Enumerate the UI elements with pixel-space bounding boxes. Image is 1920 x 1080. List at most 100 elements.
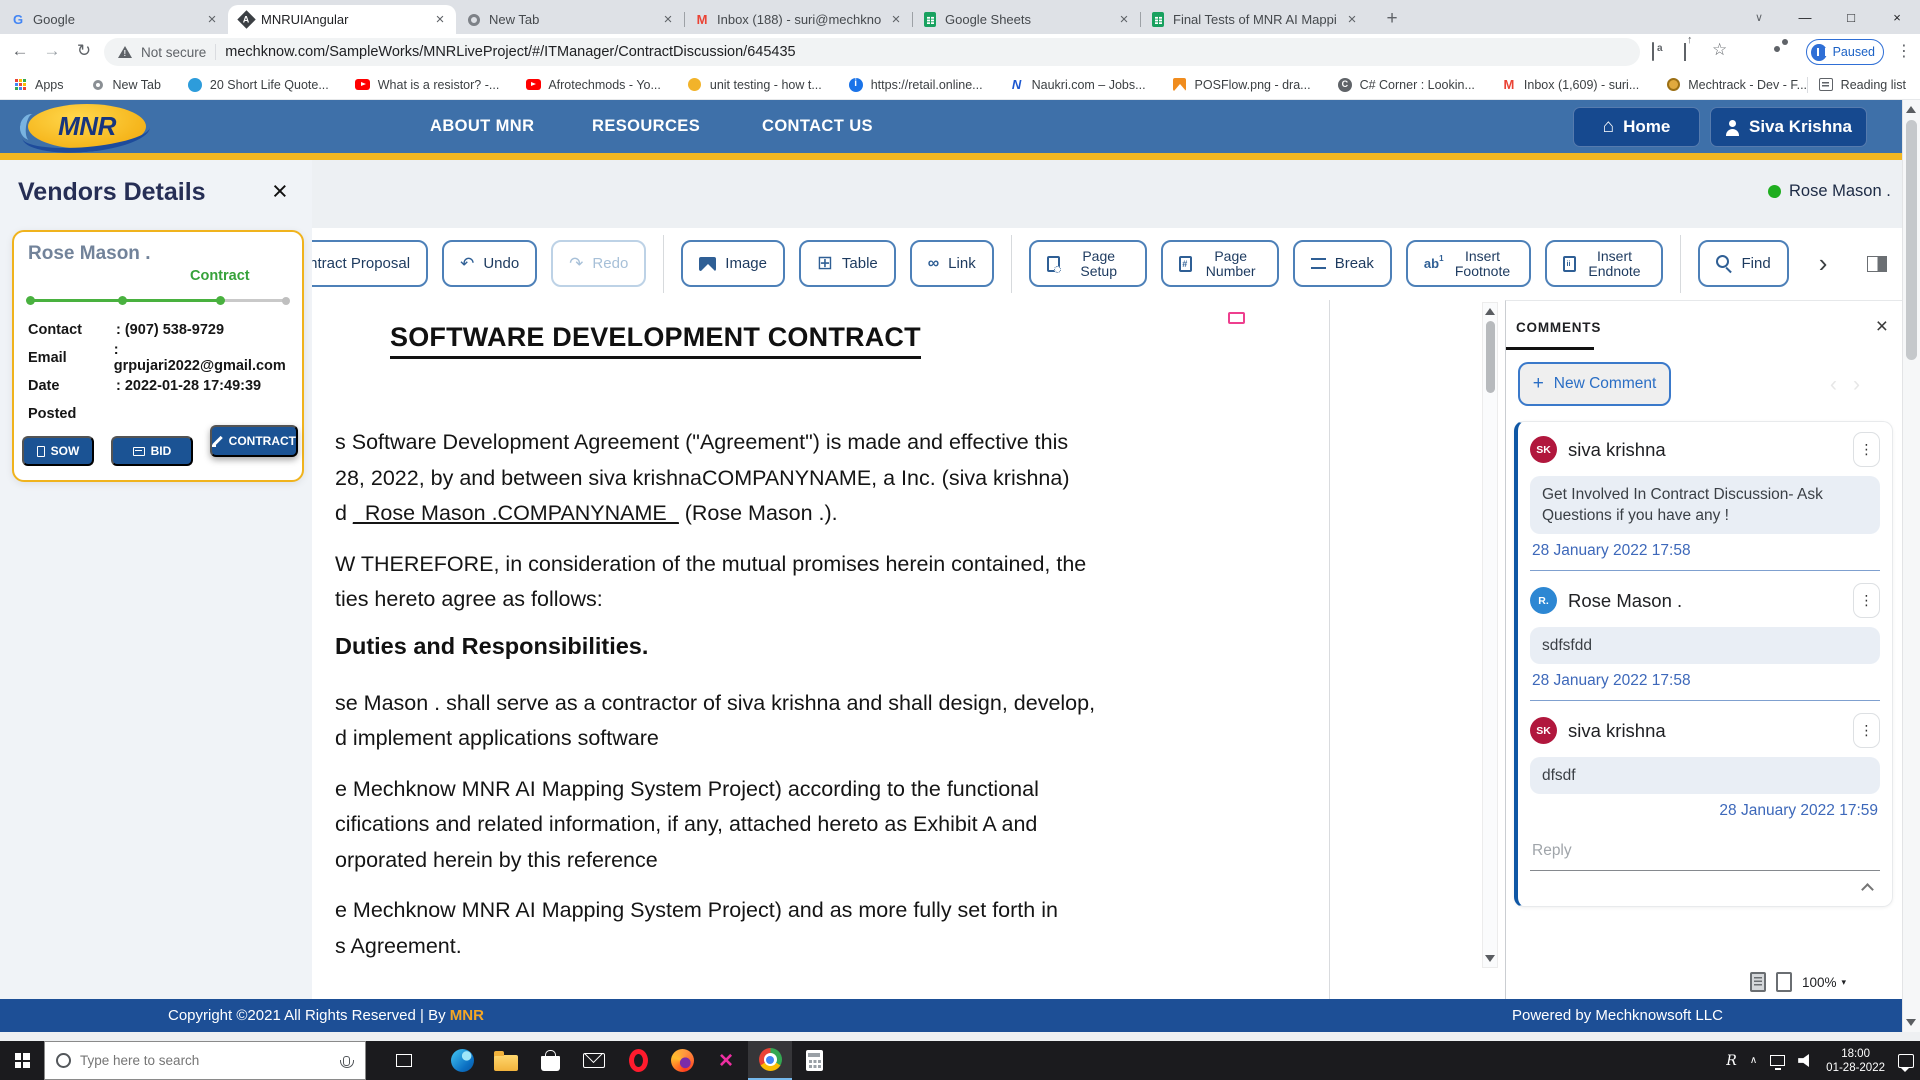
table-button[interactable]: ⊞ Table [799,240,896,287]
share-icon[interactable] [1684,43,1686,61]
bookmark-item[interactable]: POSFlow.png - dra... [1172,77,1311,93]
side-panel-toggle-icon[interactable] [1867,256,1887,272]
page-number-button[interactable]: Page Number [1161,240,1279,287]
redo-button[interactable]: ↷ Redo [551,240,646,287]
taskbar-mail[interactable] [572,1041,616,1080]
scroll-up-icon[interactable] [1485,308,1495,315]
tab-close-icon[interactable]: × [1116,11,1132,28]
tab-close-icon[interactable]: × [660,11,676,28]
bookmark-item[interactable]: New Tab [90,77,161,93]
user-button[interactable]: Siva Krishna [1710,107,1867,147]
tab-mnruiangular[interactable]: A MNRUIAngular × [228,5,456,34]
bookmark-item[interactable]: NNaukri.com – Jobs... [1009,77,1146,93]
bookmark-star-icon[interactable]: ☆ [1712,40,1727,60]
taskbar-opera[interactable] [616,1041,660,1080]
scrollbar-thumb[interactable] [1486,321,1495,393]
taskbar-xd[interactable]: × [704,1041,748,1080]
undo-button[interactable]: ↶ Undo [442,240,537,287]
break-button[interactable]: Break [1293,240,1392,287]
tab-gmail-inbox[interactable]: M Inbox (188) - suri@mechknowsof × [684,5,912,34]
network-icon[interactable] [1770,1055,1785,1066]
back-icon[interactable]: ← [8,41,32,61]
bookmark-item[interactable]: MInbox (1,609) - suri... [1501,77,1639,93]
tab-search-icon[interactable]: ∨ [1736,0,1782,34]
nav-contact-us[interactable]: CONTACT US [762,100,873,153]
hidden-icons-chevron[interactable]: ∧ [1750,1055,1757,1066]
page-scrollbar-thumb[interactable] [1906,120,1917,360]
tab-close-icon[interactable]: × [1344,11,1360,28]
collapse-chevron-icon[interactable] [1861,883,1874,896]
scroll-down-icon[interactable] [1485,955,1495,962]
forward-icon[interactable]: → [40,41,64,61]
new-comment-button[interactable]: + New Comment [1518,362,1671,406]
tab-new-tab[interactable]: New Tab × [456,5,684,34]
taskbar-clock[interactable]: 18:00 01-28-2022 [1826,1047,1885,1075]
security-label[interactable]: Not secure [141,45,206,60]
bookmark-item[interactable]: Afrotechmods - Yo... [525,77,661,93]
comment-anchor-marker[interactable] [1228,312,1245,324]
bookmark-item[interactable]: What is a resistor? -... [355,77,500,93]
bid-button[interactable]: BID [111,436,193,466]
mnr-logo[interactable]: MNR [28,104,146,149]
reading-list-button[interactable]: Reading list [1818,77,1906,93]
tab-close-icon[interactable]: × [204,11,220,28]
print-layout-icon[interactable] [1750,972,1766,992]
page-scroll-down-icon[interactable] [1906,1019,1916,1026]
page-setup-button[interactable]: Page Setup [1029,240,1147,287]
nav-about-mnr[interactable]: ABOUT MNR [430,100,534,153]
tab-close-icon[interactable]: × [888,11,904,28]
pager-next-icon[interactable]: › [1853,373,1876,396]
pen-input-icon[interactable]: R [1726,1053,1737,1069]
contract-button[interactable]: CONTRACT [210,425,298,457]
start-button[interactable] [0,1041,44,1080]
translate-icon[interactable] [1652,43,1654,61]
page-scroll-up-icon[interactable] [1906,106,1916,113]
bookmark-item[interactable]: 20 Short Life Quote... [187,77,329,93]
web-layout-icon[interactable] [1776,972,1792,992]
page-scrollbar[interactable] [1902,100,1920,1032]
insert-endnote-button[interactable]: Insert Endnote [1545,240,1663,287]
bookmark-item[interactable]: unit testing - how t... [687,77,822,93]
volume-icon[interactable] [1798,1054,1813,1067]
comments-close-icon[interactable]: × [1876,315,1888,339]
comment-menu-button[interactable]: ⋮ [1853,432,1880,467]
taskbar-store[interactable] [528,1041,572,1080]
document-scrollbar[interactable] [1482,302,1498,968]
tab-final-tests[interactable]: Final Tests of MNR AI Mapping S × [1140,5,1368,34]
action-center-icon[interactable] [1898,1054,1914,1068]
image-button[interactable]: Image [681,240,785,287]
comment-menu-button[interactable]: ⋮ [1853,713,1880,748]
chrome-menu-icon[interactable]: ⋮ [1896,41,1912,61]
tab-google-sheets[interactable]: Google Sheets × [912,5,1140,34]
url-omnibox[interactable]: Not secure mechknow.com/SampleWorks/MNRL… [104,38,1640,66]
vendors-panel-close-icon[interactable]: × [272,176,288,207]
taskbar-calculator[interactable] [792,1041,836,1080]
bookmark-item[interactable]: Mechtrack - Dev - F... [1665,77,1807,93]
footer-brand-link[interactable]: MNR [450,1007,484,1024]
comment-menu-button[interactable]: ⋮ [1853,583,1880,618]
taskbar-edge[interactable] [440,1041,484,1080]
toolbar-overflow-chevron-icon[interactable]: › [1819,248,1828,279]
bookmark-item-apps[interactable]: Apps [12,77,64,93]
taskbar-file-explorer[interactable] [484,1041,528,1080]
document-page[interactable]: SOFTWARE DEVELOPMENT CONTRACT s Software… [330,300,1330,999]
nav-resources[interactable]: RESOURCES [592,100,700,153]
zoom-level-control[interactable]: 100% ▾ [1802,975,1846,990]
restore-button[interactable]: □ [1828,0,1874,34]
taskbar-search-input[interactable] [80,1053,334,1068]
tab-google[interactable]: G Google × [0,5,228,34]
home-button[interactable]: ⌂ Home [1573,107,1700,147]
taskbar-search[interactable] [44,1041,366,1080]
task-view-button[interactable] [382,1041,426,1080]
bookmark-item[interactable]: C# Corner : Lookin... [1337,77,1475,93]
microphone-icon[interactable] [343,1056,350,1066]
find-button[interactable]: Find [1698,240,1789,287]
bookmark-item[interactable]: https://retail.online... [848,77,983,93]
minimize-button[interactable]: — [1782,0,1828,34]
link-button[interactable]: ∞ Link [910,240,994,287]
url-text[interactable]: mechknow.com/SampleWorks/MNRLiveProject/… [225,44,795,60]
new-tab-button[interactable]: + [1378,5,1406,33]
insert-footnote-button[interactable]: ab Insert Footnote [1406,240,1531,287]
sow-button[interactable]: SOW [22,436,94,466]
tab-close-icon[interactable]: × [432,11,448,28]
